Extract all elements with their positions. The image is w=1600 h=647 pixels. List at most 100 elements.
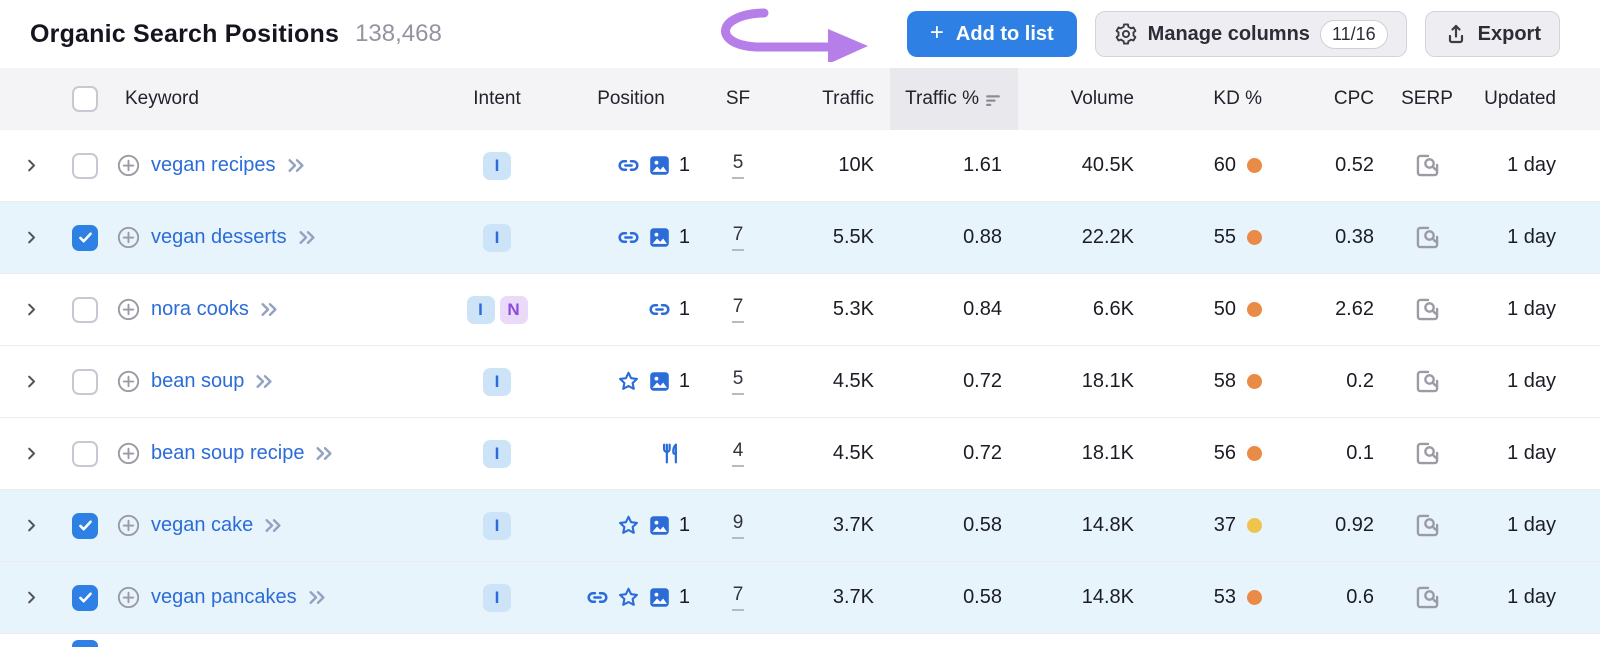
cpc-value: 0.38 [1278,226,1390,249]
traffic-value: 4.5K [770,370,890,393]
add-keyword-icon[interactable] [116,585,141,610]
serp-features-count[interactable]: 7 [732,584,745,611]
add-keyword-icon[interactable] [116,513,141,538]
star-icon [617,586,640,609]
serp-features-count[interactable]: 9 [732,512,745,539]
kd-difficulty-dot [1247,518,1262,533]
traffic-value: 3.7K [770,586,890,609]
position-cell: 1 [556,226,706,249]
table-row: bean soup recipe I 4 4.5K 0.72 18.1K 56 … [0,418,1600,490]
row-checkbox[interactable] [72,225,98,251]
row-checkbox[interactable] [72,513,98,539]
row-checkbox[interactable] [72,441,98,467]
row-checkbox[interactable] [72,585,98,611]
add-keyword-icon[interactable] [116,369,141,394]
serp-features-count[interactable]: 4 [732,440,745,467]
serp-preview-icon[interactable] [1414,224,1441,251]
intent-badge-i[interactable]: I [483,440,511,468]
row-checkbox[interactable] [72,297,98,323]
column-header-keyword[interactable]: Keyword [108,68,438,130]
serp-preview-icon[interactable] [1414,368,1441,395]
updated-value: 1 day [1464,442,1564,465]
column-header-traffic[interactable]: Traffic [770,68,890,130]
toolbar: Organic Search Positions 138,468 + Add t… [0,0,1600,68]
link-icon [648,298,671,321]
double-chevron-icon[interactable] [263,517,284,534]
intent-badges: I [438,224,556,252]
add-to-list-button[interactable]: + Add to list [907,11,1077,57]
expand-row-chevron-icon[interactable] [24,374,39,389]
keyword-link[interactable]: bean soup recipe [151,442,304,465]
position-cell: 1 [556,298,706,321]
column-header-position[interactable]: Position [556,68,706,130]
cpc-value: 0.6 [1278,586,1390,609]
double-chevron-icon[interactable] [314,445,335,462]
serp-feature-icons [659,442,682,465]
intent-badges: I [438,512,556,540]
expand-row-chevron-icon[interactable] [24,158,39,173]
serp-features-count[interactable]: 5 [732,368,745,395]
serp-preview-icon[interactable] [1414,512,1441,539]
double-chevron-icon[interactable] [259,301,280,318]
column-header-updated[interactable]: Updated [1464,68,1564,130]
expand-row-chevron-icon[interactable] [24,302,39,317]
column-header-intent[interactable]: Intent [438,68,556,130]
expand-row-chevron-icon[interactable] [24,230,39,245]
add-keyword-icon[interactable] [116,441,141,466]
traffic-value: 10K [770,154,890,177]
traffic-value: 5.3K [770,298,890,321]
manage-columns-button[interactable]: Manage columns 11/16 [1095,11,1407,57]
keyword-link[interactable]: vegan cake [151,514,253,537]
serp-preview-icon[interactable] [1414,152,1441,179]
intent-badge-i[interactable]: I [483,512,511,540]
column-header-serp[interactable]: SERP [1390,68,1464,130]
updated-value: 1 day [1464,370,1564,393]
intent-badge-i[interactable]: I [483,224,511,252]
select-all-checkbox[interactable] [72,86,98,112]
serp-features-count[interactable]: 5 [732,152,745,179]
serp-preview-icon[interactable] [1414,440,1441,467]
keyword-link[interactable]: nora cooks [151,298,249,321]
expand-row-chevron-icon[interactable] [24,518,39,533]
intent-badge-i[interactable]: I [483,368,511,396]
cpc-value: 2.62 [1278,298,1390,321]
keyword-link[interactable]: bean soup [151,370,244,393]
keyword-link[interactable]: vegan desserts [151,226,287,249]
purple-arrow-annotation [700,0,886,62]
double-chevron-icon[interactable] [297,229,318,246]
row-checkbox[interactable] [72,153,98,179]
column-header-cpc[interactable]: CPC [1278,68,1390,130]
add-keyword-icon[interactable] [116,225,141,250]
traffic-pct-value: 0.72 [890,442,1018,465]
serp-features-count[interactable]: 7 [732,224,745,251]
column-header-kd[interactable]: KD % [1150,68,1278,130]
serp-feature-icons [617,514,671,537]
intent-badge-i[interactable]: I [467,296,495,324]
table-row: bean soup I 1 5 4.5K 0.72 18.1K 58 0.2 [0,346,1600,418]
column-header-traffic-pct[interactable]: Traffic % [890,68,1018,130]
double-chevron-icon[interactable] [254,373,275,390]
row-checkbox[interactable] [72,640,98,647]
position-cell: 1 [556,586,706,609]
column-header-volume[interactable]: Volume [1018,68,1150,130]
double-chevron-icon[interactable] [307,589,328,606]
serp-preview-icon[interactable] [1414,584,1441,611]
expand-row-chevron-icon[interactable] [24,446,39,461]
volume-value: 6.6K [1018,298,1150,321]
add-keyword-icon[interactable] [116,297,141,322]
keyword-link[interactable]: vegan pancakes [151,586,297,609]
expand-row-chevron-icon[interactable] [24,590,39,605]
keyword-link[interactable]: vegan recipes [151,154,276,177]
double-chevron-icon[interactable] [286,157,307,174]
intent-badge-i[interactable]: I [483,584,511,612]
row-checkbox[interactable] [72,369,98,395]
intent-badge-n[interactable]: N [500,296,528,324]
serp-preview-icon[interactable] [1414,296,1441,323]
kd-value: 55 [1214,226,1236,249]
updated-value: 1 day [1464,586,1564,609]
export-button[interactable]: Export [1425,11,1560,57]
column-header-sf[interactable]: SF [706,68,770,130]
intent-badge-i[interactable]: I [483,152,511,180]
serp-features-count[interactable]: 7 [732,296,745,323]
add-keyword-icon[interactable] [116,153,141,178]
